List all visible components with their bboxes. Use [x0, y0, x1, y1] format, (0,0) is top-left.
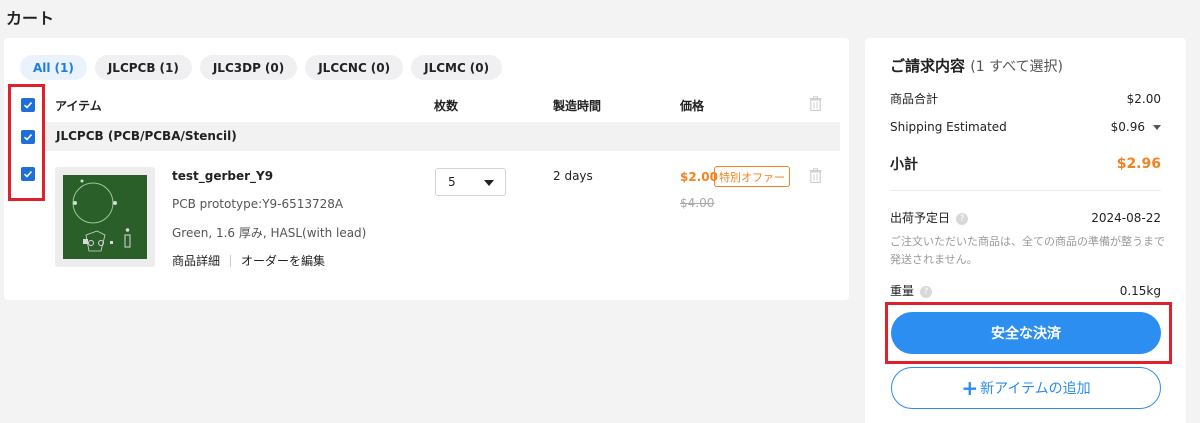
page-title: カート	[6, 9, 55, 28]
group-row: JLCPCB (PCB/PCBA/Stencil)	[44, 122, 840, 151]
filter-tab-jlc3dp[interactable]: JLC3DP (0)	[199, 55, 298, 80]
quantity-select[interactable]: 5	[435, 168, 506, 196]
weight-label: 重量	[890, 284, 915, 298]
filter-tab-jlccnc[interactable]: JLCCNC (0)	[305, 55, 404, 80]
pcb-thumbnail[interactable]	[55, 167, 155, 267]
plus-icon: +	[961, 376, 979, 400]
shipping-toggle[interactable]: $0.96	[1111, 120, 1161, 134]
ship-date-line: 出荷予定日? 2024-08-22	[890, 209, 1161, 226]
filter-tabs: All (1) JLCPCB (1) JLC3DP (0) JLCCNC (0) JLC…	[20, 55, 503, 80]
trash-all-icon[interactable]	[809, 96, 822, 111]
filter-tab-count: (1)	[159, 60, 179, 75]
item-spec-line-1: PCB prototype:Y9-6513728A	[172, 197, 344, 211]
build-time: 2 days	[553, 169, 593, 183]
link-divider	[230, 254, 232, 267]
shipping-value: $0.96	[1110, 120, 1145, 134]
product-details-link[interactable]: 商品詳細	[172, 252, 220, 269]
filter-tab-count: (0)	[370, 60, 391, 75]
table-header-row: アイテム 枚数 製造時間 価格	[4, 90, 849, 120]
filter-tab-jlcmc[interactable]: JLCMC (0)	[411, 55, 503, 80]
header-item: アイテム	[55, 99, 102, 113]
help-icon[interactable]: ?	[956, 212, 969, 225]
special-offer-badge: 特別オファー	[714, 166, 790, 187]
pcb-board-image	[63, 175, 147, 259]
item-row: test_gerber_Y9 PCB prototype:Y9-6513728A…	[4, 156, 849, 276]
item-links: 商品詳細 オーダーを編集	[172, 252, 325, 269]
filter-tab-count: (1)	[54, 60, 74, 75]
edit-order-link[interactable]: オーダーを編集	[241, 252, 325, 269]
chevron-down-icon	[484, 180, 494, 186]
caret-down-icon	[1153, 124, 1161, 130]
item-name: test_gerber_Y9	[172, 169, 274, 183]
trash-icon[interactable]	[809, 168, 822, 183]
summary-card: ご請求内容 (1 すべて選択) 商品合計 $2.00 Shipping Esti…	[865, 38, 1186, 423]
shipping-label: Shipping Estimated	[890, 120, 1007, 134]
filter-tab-count: (0)	[469, 60, 490, 75]
ship-date-label: 出荷予定日	[890, 211, 951, 225]
goods-total-line: 商品合計 $2.00	[890, 90, 1161, 107]
summary-title: ご請求内容 (1 すべて選択)	[890, 55, 1063, 76]
shipping-notice: ご注文いただいた商品は、全ての商品の準備が整うまで発送されません。	[890, 235, 1165, 266]
add-new-item-label: 新アイテムの追加	[980, 381, 1091, 397]
summary-divider	[890, 190, 1161, 191]
weight-value: 0.15kg	[1119, 283, 1161, 298]
subtotal-value: $2.96	[1116, 156, 1161, 172]
goods-total-label: 商品合計	[890, 92, 939, 106]
filter-tab-label: JLCMC	[424, 60, 466, 75]
header-qty: 枚数	[434, 99, 459, 113]
weight-line: 重量? 0.15kg	[890, 282, 1161, 299]
filter-tab-label: JLCCNC	[318, 60, 367, 75]
subtotal-label: 小計	[890, 157, 918, 173]
quantity-value: 5	[448, 175, 456, 189]
add-new-item-button[interactable]: + 新アイテムの追加	[891, 367, 1161, 409]
ship-date-value: 2024-08-22	[1091, 210, 1161, 225]
filter-tab-count: (0)	[264, 60, 285, 75]
summary-title-note: (1 すべて選択)	[970, 59, 1063, 75]
filter-tab-label: JLC3DP	[212, 60, 261, 75]
header-price: 価格	[680, 99, 705, 113]
shipping-line: Shipping Estimated $0.96	[890, 120, 1161, 134]
group-label: JLCPCB (PCB/PCBA/Stencil)	[56, 129, 237, 143]
filter-tab-label: JLCPCB	[107, 60, 156, 75]
item-spec-line-2: Green, 1.6 厚み, HASL(with lead)	[172, 226, 367, 240]
goods-total-value: $2.00	[1126, 91, 1161, 106]
header-build-time: 製造時間	[553, 99, 602, 113]
original-price: $4.00	[680, 196, 715, 210]
filter-tab-jlcpcb[interactable]: JLCPCB (1)	[94, 55, 192, 80]
subtotal-line: 小計 $2.96	[890, 154, 1161, 174]
item-price: $2.00	[680, 170, 718, 184]
cart-card: All (1) JLCPCB (1) JLC3DP (0) JLCCNC (0) JLC…	[4, 38, 849, 300]
filter-tab-label: All	[33, 60, 51, 75]
help-icon[interactable]: ?	[920, 285, 933, 298]
summary-title-text: ご請求内容	[890, 57, 966, 75]
checkbox-highlight-box	[8, 84, 45, 201]
filter-tab-all[interactable]: All (1)	[20, 55, 87, 80]
checkout-highlight-box	[885, 302, 1172, 364]
